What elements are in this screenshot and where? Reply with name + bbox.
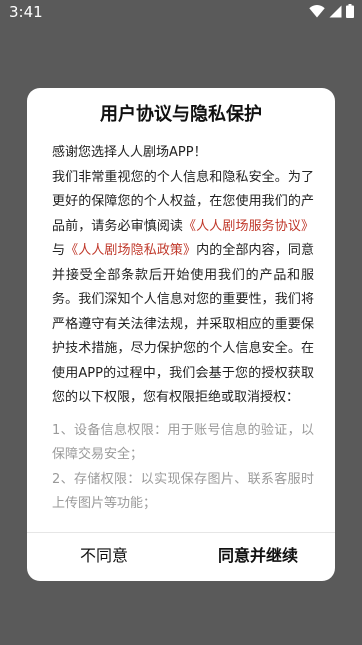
disagree-button[interactable]: 不同意 [27, 533, 181, 581]
status-icons [309, 4, 354, 18]
dialog-body[interactable]: 感谢您选择人人剧场APP！ 我们非常重视您的个人信息和隐私安全。为了更好的保障您… [52, 141, 314, 531]
conjunction-text: 与 [52, 243, 66, 258]
paragraph-rest: 内的全部内容，同意并接受全部条款后开始使用我们的产品和服务。我们深知个人信息对您… [52, 243, 314, 405]
permission-storage: 2、存储权限：以实现保存图片、联系客服时上传图片等功能； [52, 471, 314, 512]
service-agreement-link[interactable]: 《人人剧场服务协议》 [183, 219, 314, 234]
permission-device-info: 1、设备信息权限：用于账号信息的验证，以保障交易安全； [52, 422, 314, 463]
status-bar: 3:41 [0, 0, 362, 26]
agree-continue-button[interactable]: 同意并继续 [181, 533, 335, 581]
privacy-dialog: 用户协议与隐私保护 感谢您选择人人剧场APP！ 我们非常重视您的个人信息和隐私安… [27, 88, 335, 581]
greeting-text: 感谢您选择人人剧场APP！ [52, 145, 207, 160]
dialog-footer: 不同意 同意并继续 [27, 532, 335, 581]
status-time: 3:41 [9, 3, 43, 21]
battery-icon [346, 4, 354, 18]
signal-icon [329, 5, 342, 18]
privacy-policy-link[interactable]: 《人人剧场隐私政策》 [65, 243, 196, 258]
agreement-paragraph: 我们非常重视您的个人信息和隐私安全。为了更好的保障您的个人权益，在您使用我们的产… [52, 166, 314, 411]
dialog-title: 用户协议与隐私保护 [100, 104, 262, 125]
wifi-icon [309, 4, 325, 18]
